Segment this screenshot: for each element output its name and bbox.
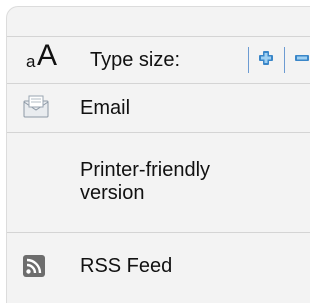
email-label: Email	[80, 97, 131, 119]
printer-friendly-link[interactable]: Printer-friendly version	[7, 132, 310, 232]
type-size-row: a A Type size:	[7, 36, 310, 83]
printer-friendly-line1: Printer-friendly	[80, 159, 211, 181]
rss-feed-link[interactable]: RSS Feed	[7, 232, 310, 303]
printer-friendly-line2: version	[80, 182, 145, 204]
article-tools-box: a A Type size: Email Printer-friendly ve…	[6, 6, 310, 303]
decrease-type-size-button[interactable]	[294, 50, 310, 66]
type-size-small-a: a	[26, 52, 36, 71]
rss-icon	[23, 255, 45, 277]
type-size-separator-2	[284, 47, 285, 73]
minus-icon	[295, 55, 309, 61]
type-size-big-a: A	[37, 39, 58, 72]
envelope-icon	[23, 95, 49, 119]
rss-feed-label: RSS Feed	[80, 255, 173, 277]
page-background: a A Type size: Email Printer-friendly ve…	[0, 0, 310, 303]
type-size-label: Type size:	[90, 49, 181, 71]
plus-icon	[259, 51, 273, 65]
increase-type-size-button[interactable]	[258, 50, 274, 66]
type-size-separator	[248, 47, 249, 73]
printer-friendly-label: Printer-friendly version	[80, 159, 270, 205]
email-link[interactable]: Email	[7, 83, 310, 132]
